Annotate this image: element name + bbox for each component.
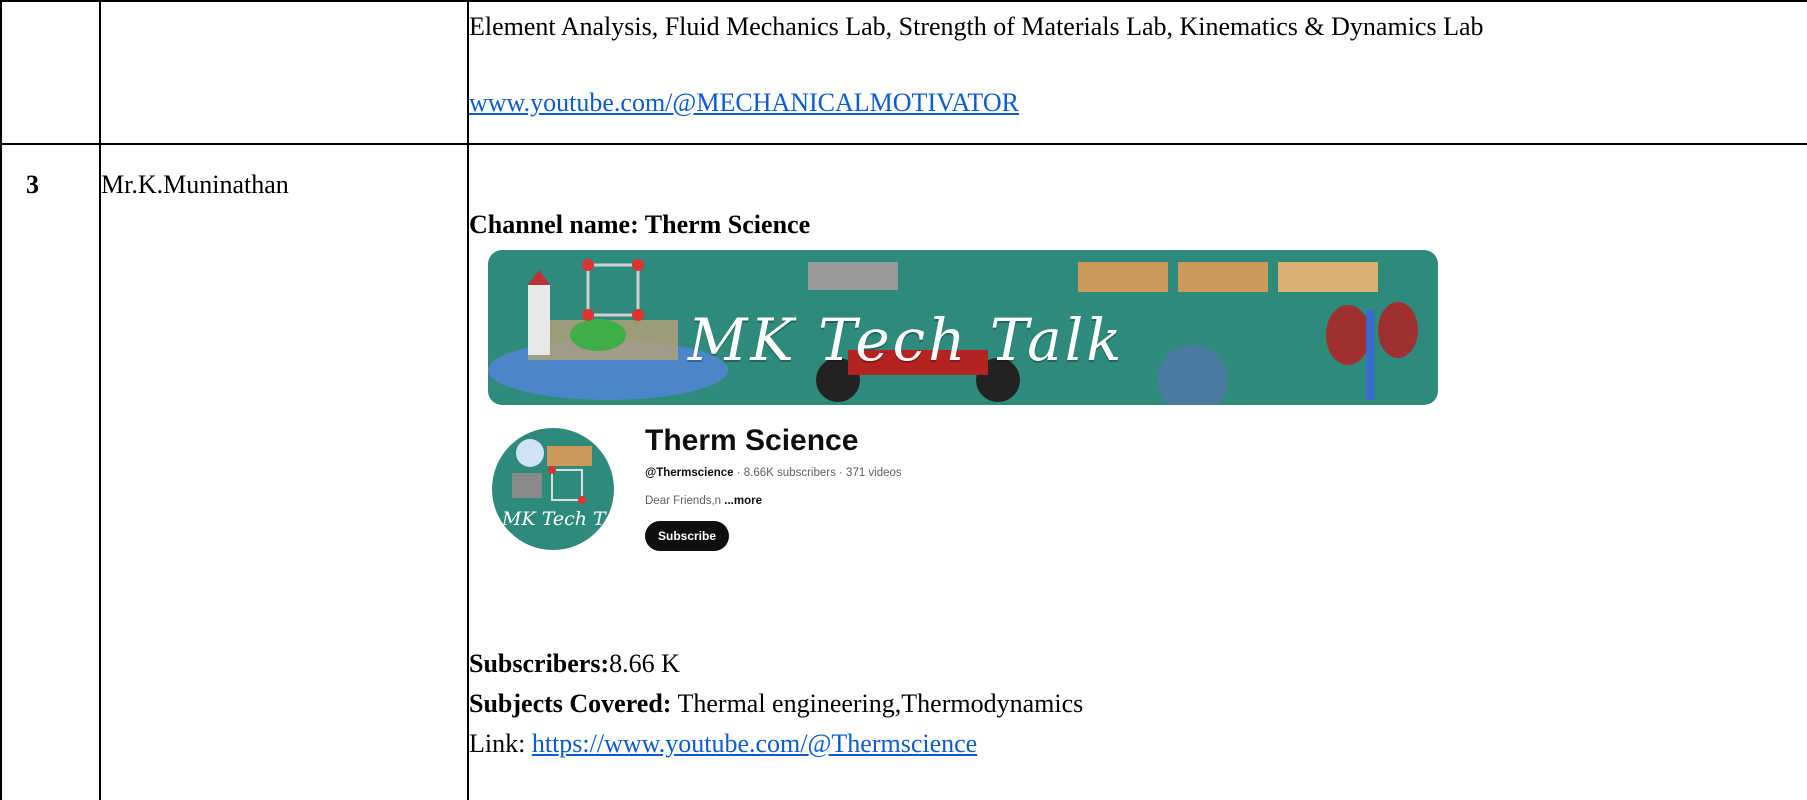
avatar-illustration bbox=[512, 439, 592, 504]
channel-name-label: Channel name: Therm Science bbox=[469, 210, 811, 239]
avatar-text: MK Tech Talk bbox=[502, 508, 614, 530]
youtube-channel-description: Dear Friends,n ...more bbox=[645, 495, 762, 507]
prev-channel-link[interactable]: www.youtube.com/@MECHANICALMOTIVATOR bbox=[469, 88, 1019, 118]
subscribers-value: 8.66 K bbox=[609, 649, 680, 678]
subjects-value: Thermal engineering,Thermodynamics bbox=[671, 689, 1084, 718]
table-left-border bbox=[0, 0, 2, 800]
channel-link[interactable]: https://www.youtube.com/@Thermscience bbox=[532, 729, 977, 758]
subscribers-line: Subscribers:8.66 K bbox=[469, 649, 680, 679]
description-text: Dear Friends,n bbox=[645, 495, 725, 507]
subscribe-button[interactable]: Subscribe bbox=[645, 521, 729, 551]
prev-subjects-text: Element Analysis, Fluid Mechanics Lab, S… bbox=[469, 12, 1484, 41]
channel-stats: · 8.66K subscribers · 371 videos bbox=[733, 467, 902, 479]
channel-handle[interactable]: @Thermscience bbox=[645, 467, 734, 479]
youtube-channel-title: Therm Science bbox=[645, 424, 859, 457]
col-divider-name bbox=[467, 0, 469, 800]
channel-banner-image: MK Tech Talk bbox=[488, 250, 1438, 405]
banner-title: MK Tech Talk bbox=[688, 306, 1125, 374]
youtube-channel-meta: @Thermscience · 8.66K subscribers · 371 … bbox=[645, 467, 902, 479]
serial-number: 3 bbox=[26, 170, 39, 199]
subscribers-label: Subscribers: bbox=[469, 649, 610, 678]
row-divider bbox=[0, 143, 1807, 145]
subjects-line: Subjects Covered: Thermal engineering,Th… bbox=[469, 689, 1083, 719]
link-label: Link: bbox=[469, 729, 532, 758]
subjects-label: Subjects Covered: bbox=[469, 689, 672, 718]
table-top-border bbox=[0, 0, 1807, 2]
faculty-name: Mr.K.Muninathan bbox=[101, 170, 289, 199]
link-line: Link: https://www.youtube.com/@Thermscie… bbox=[469, 729, 977, 759]
channel-avatar[interactable]: MK Tech Talk bbox=[492, 428, 614, 550]
col-divider-sno bbox=[99, 0, 101, 800]
more-link[interactable]: ...more bbox=[724, 495, 762, 507]
